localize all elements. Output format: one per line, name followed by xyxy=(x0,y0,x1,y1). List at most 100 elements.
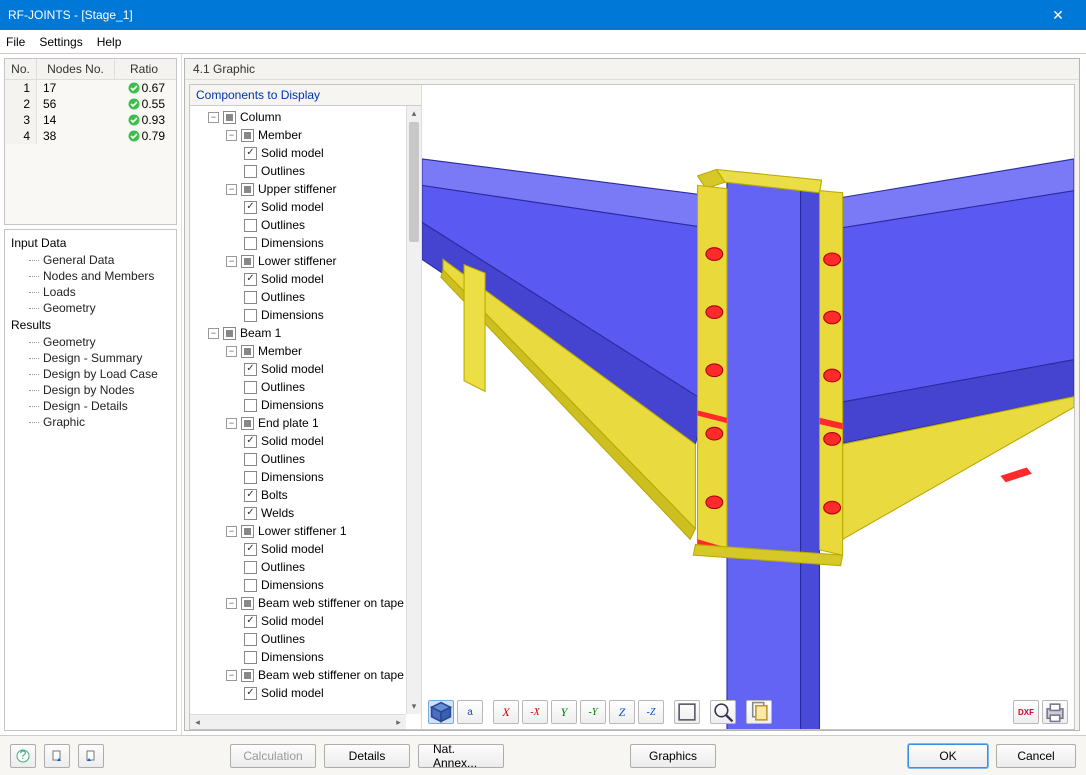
menu-file[interactable]: File xyxy=(6,35,25,49)
table-row[interactable]: 2 56 0.55 xyxy=(5,96,176,112)
tree-outlines[interactable]: Outlines xyxy=(194,216,421,234)
tree-upper-stiff[interactable]: −Upper stiffener xyxy=(194,180,421,198)
tree-endplate1[interactable]: −End plate 1 xyxy=(194,414,421,432)
tree-lower-stiff[interactable]: −Lower stiffener xyxy=(194,252,421,270)
scroll-left-icon[interactable]: ◂ xyxy=(190,715,205,729)
nav-item[interactable]: Design - Summary xyxy=(7,350,174,366)
checkbox-icon[interactable] xyxy=(244,507,257,520)
checkbox-icon[interactable] xyxy=(244,273,257,286)
checkbox-icon[interactable] xyxy=(241,669,254,682)
col-no[interactable]: No. xyxy=(5,59,37,79)
tree-dimensions[interactable]: Dimensions xyxy=(194,306,421,324)
tree-welds[interactable]: Welds xyxy=(194,504,421,522)
graphics-button[interactable]: Graphics xyxy=(630,744,716,768)
vscrollbar[interactable]: ▴ ▾ xyxy=(406,106,421,714)
checkbox-icon[interactable] xyxy=(244,543,257,556)
checkbox-icon[interactable] xyxy=(244,363,257,376)
tree-solid[interactable]: Solid model xyxy=(194,270,421,288)
nav-results[interactable]: Results xyxy=(7,316,174,334)
tree-bw-stiff[interactable]: −Beam web stiffener on tape xyxy=(194,666,421,684)
collapse-icon[interactable]: − xyxy=(226,256,237,267)
scroll-down-icon[interactable]: ▾ xyxy=(407,699,421,714)
collapse-icon[interactable]: − xyxy=(226,346,237,357)
nav-input-data[interactable]: Input Data xyxy=(7,234,174,252)
checkbox-icon[interactable] xyxy=(241,597,254,610)
tree-lower-stiff1[interactable]: −Lower stiffener 1 xyxy=(194,522,421,540)
tree-outlines[interactable]: Outlines xyxy=(194,378,421,396)
checkbox-icon[interactable] xyxy=(241,129,254,142)
tree-outlines[interactable]: Outlines xyxy=(194,162,421,180)
checkbox-icon[interactable] xyxy=(244,615,257,628)
nat-annex-button[interactable]: Nat. Annex... xyxy=(418,744,504,768)
tree-dimensions[interactable]: Dimensions xyxy=(194,468,421,486)
checkbox-icon[interactable] xyxy=(241,255,254,268)
view-ortho-button[interactable]: a xyxy=(457,700,483,724)
checkbox-icon[interactable] xyxy=(241,525,254,538)
menu-help[interactable]: Help xyxy=(97,35,122,49)
view-neg-x-button[interactable]: -X xyxy=(522,700,548,724)
view-fit-button[interactable] xyxy=(674,700,700,724)
collapse-icon[interactable]: − xyxy=(208,112,219,123)
tree-outlines[interactable]: Outlines xyxy=(194,288,421,306)
collapse-icon[interactable]: − xyxy=(226,670,237,681)
tree-column[interactable]: −Column xyxy=(194,108,421,126)
tree-solid[interactable]: Solid model xyxy=(194,198,421,216)
zoom-button[interactable] xyxy=(710,700,736,724)
checkbox-icon[interactable] xyxy=(241,345,254,358)
tree-outlines[interactable]: Outlines xyxy=(194,558,421,576)
checkbox-icon[interactable] xyxy=(244,165,257,178)
table-row[interactable]: 1 17 0.67 xyxy=(5,80,176,96)
checkbox-icon[interactable] xyxy=(241,417,254,430)
table-row[interactable]: 3 14 0.93 xyxy=(5,112,176,128)
collapse-icon[interactable]: − xyxy=(226,598,237,609)
tree-dimensions[interactable]: Dimensions xyxy=(194,648,421,666)
tree-solid[interactable]: Solid model xyxy=(194,612,421,630)
collapse-icon[interactable]: − xyxy=(226,130,237,141)
nav-item[interactable]: Design - Details xyxy=(7,398,174,414)
col-nodes[interactable]: Nodes No. xyxy=(37,59,115,79)
nav-item[interactable]: Geometry xyxy=(7,334,174,350)
view-neg-y-button[interactable]: -Y xyxy=(580,700,606,724)
tree-solid[interactable]: Solid model xyxy=(194,684,421,702)
checkbox-icon[interactable] xyxy=(244,147,257,160)
calculation-button[interactable]: Calculation xyxy=(230,744,316,768)
table-row[interactable]: 4 38 0.79 xyxy=(5,128,176,144)
view-x-button[interactable]: X xyxy=(493,700,519,724)
hscrollbar[interactable]: ◂ ▸ xyxy=(190,714,406,729)
print-button[interactable] xyxy=(1042,700,1068,724)
checkbox-icon[interactable] xyxy=(244,219,257,232)
view-y-button[interactable]: Y xyxy=(551,700,577,724)
tree-solid[interactable]: Solid model xyxy=(194,540,421,558)
nav-item[interactable]: Graphic xyxy=(7,414,174,430)
report-prev-button[interactable] xyxy=(44,744,70,768)
details-button[interactable]: Details xyxy=(324,744,410,768)
checkbox-icon[interactable] xyxy=(244,291,257,304)
checkbox-icon[interactable] xyxy=(244,651,257,664)
tree-member[interactable]: −Member xyxy=(194,342,421,360)
tree-outlines[interactable]: Outlines xyxy=(194,450,421,468)
cancel-button[interactable]: Cancel xyxy=(996,744,1076,768)
tree-solid[interactable]: Solid model xyxy=(194,144,421,162)
tree-bw-stiff[interactable]: −Beam web stiffener on tape xyxy=(194,594,421,612)
checkbox-icon[interactable] xyxy=(244,687,257,700)
graphic-viewport[interactable]: a X -X Y -Y Z -Z DXF xyxy=(422,85,1074,729)
tree-outlines[interactable]: Outlines xyxy=(194,630,421,648)
checkbox-icon[interactable] xyxy=(244,399,257,412)
nav-item[interactable]: Design by Nodes xyxy=(7,382,174,398)
collapse-icon[interactable]: − xyxy=(226,184,237,195)
checkbox-icon[interactable] xyxy=(223,111,236,124)
checkbox-icon[interactable] xyxy=(244,435,257,448)
collapse-icon[interactable]: − xyxy=(208,328,219,339)
tree-dimensions[interactable]: Dimensions xyxy=(194,396,421,414)
menu-settings[interactable]: Settings xyxy=(39,35,82,49)
tree-bolts[interactable]: Bolts xyxy=(194,486,421,504)
checkbox-icon[interactable] xyxy=(244,201,257,214)
nav-item[interactable]: Nodes and Members xyxy=(7,268,174,284)
view-iso-button[interactable] xyxy=(428,700,454,724)
tree-solid[interactable]: Solid model xyxy=(194,360,421,378)
checkbox-icon[interactable] xyxy=(244,579,257,592)
help-button[interactable]: ? xyxy=(10,744,36,768)
scroll-up-icon[interactable]: ▴ xyxy=(407,106,421,121)
tree-dimensions[interactable]: Dimensions xyxy=(194,576,421,594)
checkbox-icon[interactable] xyxy=(244,309,257,322)
